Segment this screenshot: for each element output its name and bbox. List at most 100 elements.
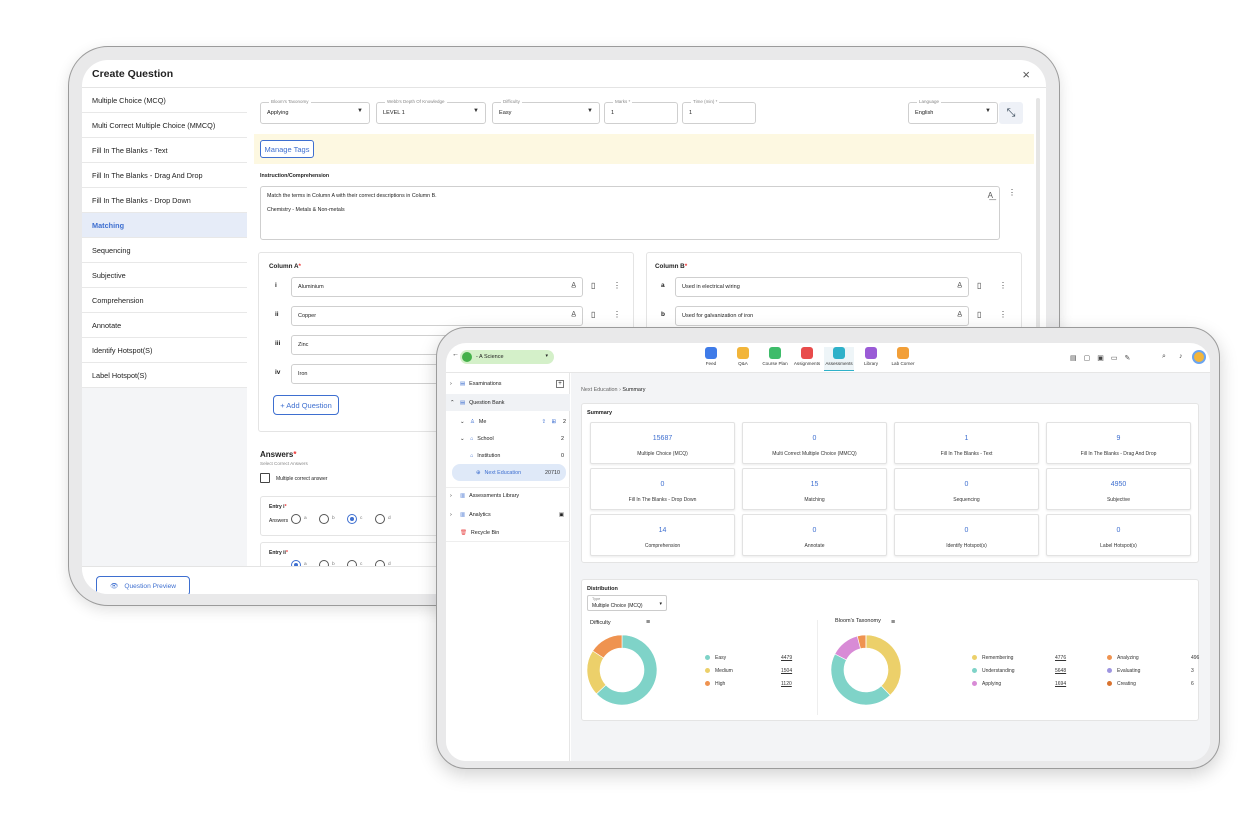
legend-value[interactable]: 3 <box>1191 668 1194 674</box>
instruction-editor[interactable]: Match the terms in Column A with their c… <box>260 186 1000 240</box>
add-icon[interactable]: + <box>556 379 564 388</box>
spellcheck-icon[interactable]: A̲ <box>571 311 576 318</box>
close-icon[interactable]: × <box>1022 67 1030 82</box>
spellcheck-icon[interactable]: A̲ <box>571 282 576 289</box>
sidebar-item-assessments-library[interactable]: › ▥ Assessments Library <box>446 487 570 504</box>
nav-assignments[interactable]: Assignments <box>792 347 822 366</box>
marks-input[interactable]: Marks * 1 <box>604 99 678 124</box>
question-type-multi-correct-multiple-choice-mmcq[interactable]: Multi Correct Multiple Choice (MMCQ) <box>82 113 247 138</box>
summary-card-subjective[interactable]: 4950 Subjective <box>1046 468 1191 510</box>
avatar[interactable] <box>1192 350 1206 364</box>
language-select[interactable]: Language English ▼ <box>908 99 998 124</box>
sidebar-item-examinations[interactable]: › ▤ Examinations + <box>446 375 570 392</box>
legend-value[interactable]: 1504 <box>781 668 792 674</box>
spellcheck-icon[interactable]: A̲ <box>957 282 962 289</box>
class-selector[interactable]: - A Science ▾ <box>460 350 554 364</box>
column-a-input[interactable]: Aluminium A̲ <box>291 277 583 297</box>
sidebar-item-question-bank[interactable]: ⌃ ▤ Question Bank <box>446 394 570 411</box>
sidebar-item-institution[interactable]: ⌂ Institution 0 <box>446 447 570 464</box>
legend-value[interactable]: 496 <box>1191 655 1199 661</box>
question-type-multiple-choice-mcq[interactable]: Multiple Choice (MCQ) <box>82 88 247 113</box>
sidebar-item-recycle-bin[interactable]: 🗑 Recycle Bin <box>446 525 570 542</box>
legend-value[interactable]: 1120 <box>781 681 792 687</box>
summary-card-sequencing[interactable]: 0 Sequencing <box>894 468 1039 510</box>
nav-assessments[interactable]: Assessments <box>824 347 854 371</box>
slice-understanding[interactable] <box>830 653 891 706</box>
sidebar-item-next-education[interactable]: ⊕ Next Education 20710 <box>452 464 566 481</box>
summary-card-multi-correct-multiple-choice-mmcq[interactable]: 0 Multi Correct Multiple Choice (MMCQ) <box>742 422 887 464</box>
question-type-matching[interactable]: Matching <box>82 213 247 238</box>
legend-value[interactable]: 6 <box>1191 681 1194 687</box>
legend-value[interactable]: 1694 <box>1055 681 1066 687</box>
legend-value[interactable]: 4479 <box>781 655 792 661</box>
summary-card-fill-in-the-blanks-drag-and-drop[interactable]: 9 Fill In The Blanks - Drag And Drop <box>1046 422 1191 464</box>
add-question-button[interactable]: + Add Question <box>273 395 339 415</box>
question-type-identify-hotspot-s[interactable]: Identify Hotspot(S) <box>82 338 247 363</box>
add-icon[interactable]: ⊞ <box>551 419 556 425</box>
column-a-input[interactable]: Copper A̲ <box>291 306 583 326</box>
bell-icon[interactable]: ♪ <box>1179 353 1183 360</box>
question-type-fill-in-the-blanks-drop-down[interactable]: Fill In The Blanks - Drop Down <box>82 188 247 213</box>
sidebar-item-analytics[interactable]: › ▥ Analytics ▣ <box>446 506 570 523</box>
taxonomy-select[interactable]: Bloom's Taxonomy Applying ▼ <box>260 99 370 124</box>
summary-card-identify-hotspot-s[interactable]: 0 Identify Hotspot(s) <box>894 514 1039 556</box>
column-b-input[interactable]: Used for galvanization of iron A̲ <box>675 306 969 326</box>
trash-icon[interactable]: ▯ <box>591 281 595 290</box>
nav-library[interactable]: Library <box>856 347 886 366</box>
search-icon[interactable]: ⌕ <box>1162 353 1166 361</box>
multiple-correct-checkbox[interactable] <box>260 473 270 483</box>
question-type-annotate[interactable]: Annotate <box>82 313 247 338</box>
question-type-label-hotspot-s[interactable]: Label Hotspot(S) <box>82 363 247 388</box>
menu-icon[interactable]: ≡ <box>891 619 895 626</box>
summary-card-multiple-choice-mcq[interactable]: 15687 Multiple Choice (MCQ) <box>590 422 735 464</box>
more-icon[interactable]: ⋮ <box>613 310 621 319</box>
manage-tags-button[interactable]: Manage Tags <box>260 140 314 158</box>
spellcheck-icon[interactable]: A̲ <box>957 311 962 318</box>
summary-card-fill-in-the-blanks-drop-down[interactable]: 0 Fill In The Blanks - Drop Down <box>590 468 735 510</box>
knowledge-select[interactable]: Webb's Depth Of Knowledge LEVEL 1 ▼ <box>376 99 486 124</box>
menu-icon[interactable]: ≡ <box>646 619 650 626</box>
trash-icon[interactable]: ▯ <box>977 310 981 319</box>
nav-course-plan[interactable]: Course Plan <box>760 347 790 366</box>
collapse-icon[interactable]: ⤡ <box>999 102 1023 124</box>
question-preview-button[interactable]: 👁 Question Preview <box>96 576 190 594</box>
summary-card-comprehension[interactable]: 14 Comprehension <box>590 514 735 556</box>
trash-icon[interactable]: ▯ <box>977 281 981 290</box>
slice-remembering[interactable] <box>865 634 902 696</box>
spellcheck-icon[interactable]: A͟ <box>988 191 993 200</box>
answer-radio-b[interactable] <box>319 514 329 524</box>
sidebar-item-school[interactable]: ⌄ ⌂ School 2 <box>446 430 570 447</box>
answer-radio-c[interactable] <box>347 514 357 524</box>
report-icon[interactable]: ▣ <box>559 512 564 518</box>
summary-card-matching[interactable]: 15 Matching <box>742 468 887 510</box>
breadcrumb-root[interactable]: Next Education <box>581 387 618 393</box>
summary-card-fill-in-the-blanks-text[interactable]: 1 Fill In The Blanks - Text <box>894 422 1039 464</box>
legend-value[interactable]: 4776 <box>1055 655 1066 661</box>
nav-q-a[interactable]: Q&A <box>728 347 758 366</box>
question-type-subjective[interactable]: Subjective <box>82 263 247 288</box>
back-arrow-icon[interactable]: ← <box>452 351 459 358</box>
trash-icon[interactable]: ▯ <box>591 310 595 319</box>
question-type-sequencing[interactable]: Sequencing <box>82 238 247 263</box>
legend-value[interactable]: 5648 <box>1055 668 1066 674</box>
type-select[interactable]: Type Multiple Choice (MCQ) ▾ <box>587 595 667 611</box>
summary-card-label-hotspot-s[interactable]: 0 Label Hotspot(s) <box>1046 514 1191 556</box>
answer-radio-d[interactable] <box>375 514 385 524</box>
question-type-fill-in-the-blanks-text[interactable]: Fill In The Blanks - Text <box>82 138 247 163</box>
summary-card-annotate[interactable]: 0 Annotate <box>742 514 887 556</box>
upload-icon[interactable]: ⇪ <box>541 419 546 425</box>
column-b-input[interactable]: Used in electrical wiring A̲ <box>675 277 969 297</box>
nav-feed[interactable]: Feed <box>696 347 726 366</box>
sidebar-item-me[interactable]: ⌄ ♙ Me ⇪ ⊞ 2 <box>446 413 570 430</box>
difficulty-select[interactable]: Difficulty Easy ▼ <box>492 99 600 124</box>
toolbar-icons[interactable]: ▤▢▣▭✎ <box>1070 354 1137 362</box>
question-type-fill-in-the-blanks-drag-and-drop[interactable]: Fill In The Blanks - Drag And Drop <box>82 163 247 188</box>
question-type-comprehension[interactable]: Comprehension <box>82 288 247 313</box>
more-icon[interactable]: ⋮ <box>999 310 1007 319</box>
more-icon[interactable]: ⋮ <box>613 281 621 290</box>
more-icon[interactable]: ⋮ <box>1008 188 1016 197</box>
more-icon[interactable]: ⋮ <box>999 281 1007 290</box>
time-input[interactable]: Time (min) * 1 <box>682 99 756 124</box>
answer-radio-a[interactable] <box>291 514 301 524</box>
nav-lab-corner[interactable]: Lab Corner <box>888 347 918 366</box>
